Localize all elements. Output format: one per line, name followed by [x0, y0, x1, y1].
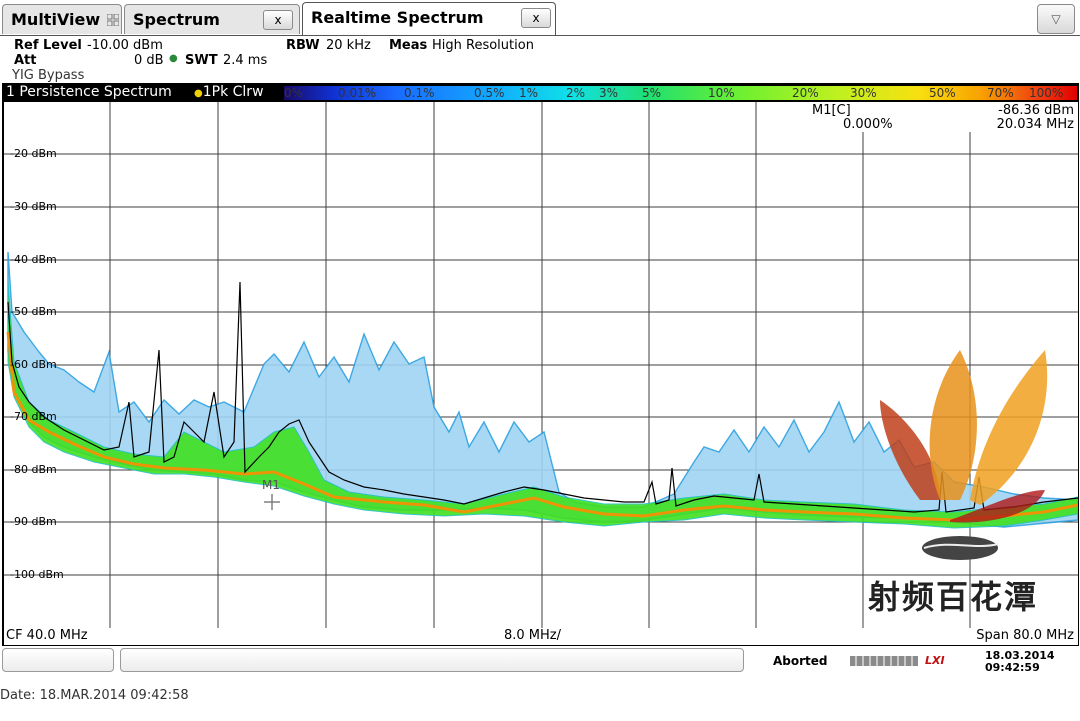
tab-realtime-spectrum-close-button[interactable]: x	[521, 8, 551, 28]
rbw-label: RBW	[286, 38, 320, 53]
status-field-left[interactable]	[2, 648, 114, 672]
marker-frequency: 20.034 MHz	[996, 117, 1074, 132]
marker-m1-label: M1	[262, 478, 280, 492]
colorbar-label: 0.1%	[404, 86, 435, 100]
marker-name: M1[C]	[812, 103, 851, 118]
trace-mode: 1Pk Clrw	[202, 84, 264, 100]
tab-spectrum-close-button[interactable]: x	[263, 10, 293, 30]
colorbar-label: 0%	[284, 86, 304, 100]
colorbar-label: 50%	[929, 86, 956, 100]
colorbar-label: 0.5%	[474, 86, 505, 100]
y-axis-label: -80 dBm	[10, 463, 57, 476]
marker-level: -86.36 dBm	[998, 103, 1074, 118]
progress-indicator	[850, 656, 918, 666]
y-axis-label: -100 dBm	[10, 568, 64, 581]
tab-spectrum[interactable]: Spectrum x	[124, 4, 300, 34]
screenshot-date: Date: 18.MAR.2014 09:42:58	[0, 688, 189, 703]
multiview-grid-icon	[107, 14, 119, 26]
colorbar-label: 20%	[792, 86, 819, 100]
tab-bar: MultiView Spectrum x Realtime Spectrum x…	[0, 0, 1080, 36]
lxi-icon: LXI	[925, 654, 945, 667]
swt-indicator-icon: ●	[169, 53, 178, 64]
colorbar-label: 1%	[519, 86, 539, 100]
tab-realtime-spectrum[interactable]: Realtime Spectrum x	[302, 2, 556, 36]
window-title: 1 Persistence Spectrum	[6, 84, 172, 100]
colorbar-label: 10%	[708, 86, 735, 100]
y-axis-label: -70 dBm	[10, 410, 57, 423]
tab-multiview-label: MultiView	[11, 10, 101, 29]
meas-value: High Resolution	[432, 38, 534, 53]
tab-spectrum-label: Spectrum	[133, 10, 220, 29]
meas-label: Meas	[389, 38, 428, 53]
colorbar-label: 100%	[1029, 86, 1064, 100]
y-axis-label: -30 dBm	[10, 200, 57, 213]
y-axis-label: -50 dBm	[10, 305, 57, 318]
colorbar-label: 0.01%	[338, 86, 377, 100]
ref-level-value: -10.00 dBm	[87, 38, 163, 53]
ref-level-label: Ref Level	[14, 38, 82, 53]
y-axis-label: -60 dBm	[10, 358, 57, 371]
tab-multiview[interactable]: MultiView	[2, 4, 122, 34]
swt-value: 2.4 ms	[223, 53, 268, 68]
y-axis-label: -90 dBm	[10, 515, 57, 528]
marker-percent: 0.000%	[843, 117, 893, 132]
trace-label: ●1Pk Clrw	[194, 84, 264, 102]
colorbar-label: 70%	[987, 86, 1014, 100]
att-value: 0 dB	[134, 53, 164, 68]
status-aborted: Aborted	[773, 654, 828, 668]
center-frequency: CF 40.0 MHz	[6, 628, 88, 643]
marker-m1	[264, 494, 280, 510]
status-bar: Aborted LXI 18.03.2014 09:42:59	[0, 646, 1080, 676]
swt-label: SWT	[185, 53, 218, 68]
status-time: 09:42:59	[985, 661, 1040, 674]
trace-color-icon: ●	[194, 88, 203, 99]
plot-footer: CF 40.0 MHz 8.0 MHz/ Span 80.0 MHz	[4, 628, 1078, 645]
status-message-field[interactable]	[120, 648, 744, 672]
tab-realtime-spectrum-label: Realtime Spectrum	[311, 8, 484, 27]
marker-table: M1[C] 0.000% -86.36 dBm 20.034 MHz	[809, 102, 1076, 132]
colorbar-label: 3%	[599, 86, 619, 100]
chevron-down-icon: ▽	[1051, 12, 1061, 26]
watermark-text: 射频百花潭	[868, 578, 1039, 616]
division-width: 8.0 MHz/	[504, 628, 562, 643]
att-label: Att	[14, 53, 37, 68]
persistence-color-scale: 0% 0.01% 0.1% 0.5% 1% 2% 3% 5% 10% 20% 3…	[284, 86, 1077, 100]
span-value: Span 80.0 MHz	[976, 628, 1074, 643]
yig-bypass-label: YIG Bypass	[12, 68, 85, 83]
y-axis-label: -40 dBm	[10, 253, 57, 266]
watermark-logo: 射频百花潭	[860, 340, 1060, 620]
colorbar-label: 2%	[566, 86, 586, 100]
measurement-settings[interactable]: Ref Level -10.00 dBm Att 0 dB ● SWT 2.4 …	[0, 36, 1080, 84]
rbw-value: 20 kHz	[326, 38, 371, 53]
colorbar-label: 30%	[850, 86, 877, 100]
colorbar-label: 5%	[642, 86, 662, 100]
tab-menu-button[interactable]: ▽	[1037, 4, 1075, 34]
y-axis-label: -20 dBm	[10, 147, 57, 160]
